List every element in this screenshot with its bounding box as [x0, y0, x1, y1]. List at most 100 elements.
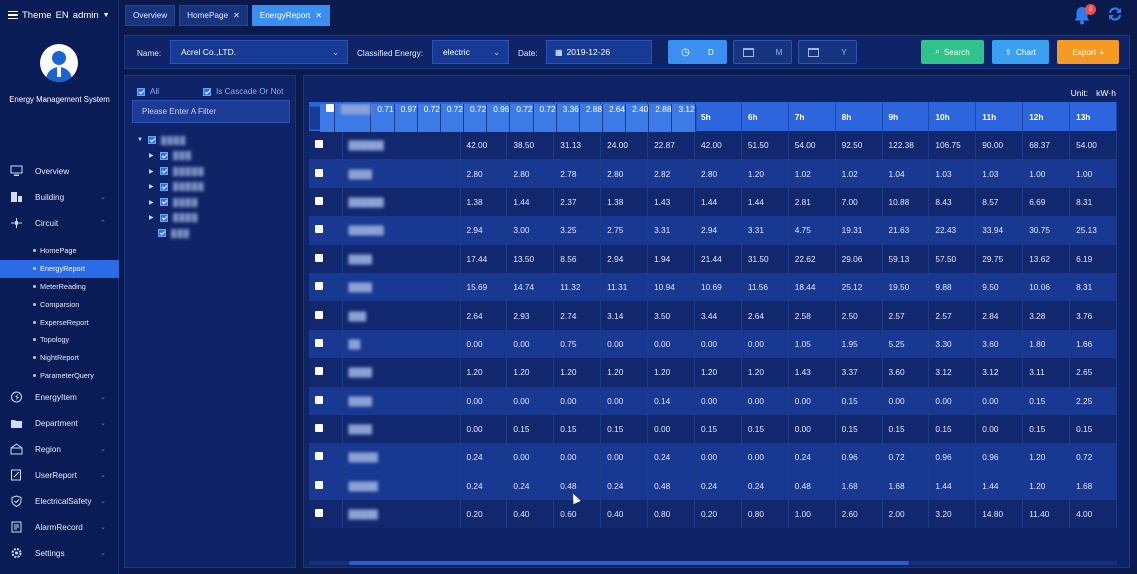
- tab-energyreport[interactable]: EnergyReport ✕: [251, 5, 331, 26]
- row-checkbox[interactable]: [309, 131, 343, 160]
- period-day-button[interactable]: ◷ D: [668, 40, 727, 64]
- language-switch[interactable]: EN: [56, 10, 69, 21]
- sidebar-item-department[interactable]: Department ⌄: [0, 410, 119, 436]
- row-checkbox[interactable]: [309, 272, 343, 302]
- table-row[interactable]: ██████ 2.94 3.00 3.25 2.75 3.31 2.94 3.31 4.75 19…: [309, 216, 1117, 245]
- row-checkbox[interactable]: [309, 216, 343, 245]
- sidebar-item-overview[interactable]: Overview: [0, 158, 119, 184]
- value-cell: 1.38: [460, 187, 508, 217]
- tree-node[interactable]: ▶ ███: [149, 149, 192, 163]
- table-row[interactable]: █████ 0.71 0.97 0.72 0.72 0.72 0.96 0.72 0.72 3.3…: [309, 103, 697, 133]
- table-row[interactable]: ████ 0.00 0.00 0.00 0.00 0.14 0.00 0.00 0.00 0.15…: [309, 386, 1117, 415]
- table-row[interactable]: █████ 0.24 0.24 0.48 0.24 0.48 0.24 0.24 0.48 1.6…: [309, 471, 1117, 501]
- refresh-icon[interactable]: [1105, 4, 1125, 26]
- tree-node[interactable]: ▶ ████: [149, 211, 198, 225]
- table-row[interactable]: █████ 0.24 0.00 0.00 0.00 0.24 0.00 0.00 0.24 0.9…: [309, 443, 1117, 472]
- checkbox-checked-icon[interactable]: [160, 167, 168, 175]
- sidebar-item-region[interactable]: Region ⌄: [0, 436, 119, 462]
- row-checkbox[interactable]: [309, 301, 343, 330]
- caret-right-icon[interactable]: ▶: [149, 199, 155, 206]
- row-checkbox[interactable]: [309, 187, 343, 217]
- close-icon[interactable]: ✕: [315, 11, 322, 20]
- filter-bar: Name: Acrel Co.,LTD. ⌄ Classified Energy…: [124, 35, 1130, 69]
- sidebar-item-electricalsafety[interactable]: ElectricalSafety ⌄: [0, 488, 119, 514]
- period-month-button[interactable]: M: [733, 40, 792, 64]
- row-checkbox[interactable]: [309, 471, 343, 501]
- checkbox-checked-icon[interactable]: [160, 213, 168, 222]
- sidebar-item-energyitem[interactable]: EnergyItem ⌄: [0, 384, 119, 410]
- checkbox-checked-icon[interactable]: [160, 151, 168, 160]
- table-row[interactable]: ████ 2.80 2.80 2.78 2.80 2.82 2.80 1.20 1.02 1.02…: [309, 159, 1117, 188]
- user-menu[interactable]: admin: [73, 10, 99, 21]
- sidebar-item-alarmrecord[interactable]: AlarmRecord ⌄: [0, 514, 119, 540]
- caret-right-icon[interactable]: ▶: [149, 214, 155, 221]
- caret-right-icon[interactable]: ▶: [149, 168, 155, 175]
- row-checkbox[interactable]: [309, 329, 343, 359]
- row-checkbox[interactable]: [309, 443, 343, 472]
- horizontal-scrollbar[interactable]: [309, 561, 1117, 565]
- table-row[interactable]: ███ 2.64 2.93 2.74 3.14 3.50 3.44 2.64 2.58 2.50 2…: [309, 301, 1117, 330]
- tab-homepage[interactable]: HomePage ✕: [179, 5, 248, 26]
- row-checkbox[interactable]: [309, 500, 343, 529]
- value-cell: 0.00: [506, 386, 555, 415]
- row-checkbox[interactable]: [309, 358, 343, 387]
- sidebar-item-label: ElectricalSafety: [35, 496, 92, 506]
- cascade-checkbox[interactable]: Is Cascade Or Not: [203, 87, 283, 96]
- loop-tree-panel: All Is Cascade Or Not ▼ ████ ▶ ███ ▶ █████ ▶ ██…: [124, 75, 296, 568]
- table-row[interactable]: ████ 1.20 1.20 1.20 1.20 1.20 1.20 1.20 1.43 3.37…: [309, 358, 1117, 387]
- tree-node[interactable]: ▶ █████: [149, 180, 205, 194]
- submenu-item-comparsion[interactable]: Comparsion: [0, 295, 119, 313]
- submenu-item-meterreading[interactable]: MeterReading: [0, 278, 119, 296]
- tab-overview[interactable]: Overview: [125, 5, 176, 26]
- table-row[interactable]: ██ 0.00 0.00 0.75 0.00 0.00 0.00 0.00 1.05 1.95 5.…: [309, 329, 1117, 359]
- sidebar-item-settings[interactable]: Settings ⌄: [0, 540, 119, 566]
- submenu-item-nightreport[interactable]: NightReport: [0, 349, 119, 367]
- checkbox-checked-icon[interactable]: [160, 182, 168, 191]
- search-button[interactable]: ⌕ Search: [921, 40, 984, 64]
- name-select[interactable]: Acrel Co.,LTD. ⌄: [170, 40, 348, 64]
- row-checkbox[interactable]: [309, 414, 343, 444]
- scrollbar-thumb[interactable]: [349, 561, 909, 565]
- tree-node[interactable]: ▶ █████: [149, 164, 205, 178]
- row-checkbox[interactable]: [320, 103, 335, 133]
- caret-right-icon[interactable]: ▶: [149, 152, 155, 159]
- tree-filter-input[interactable]: [132, 100, 290, 123]
- theme-switch[interactable]: Theme: [22, 10, 52, 21]
- checkbox-checked-icon[interactable]: [160, 198, 168, 206]
- select-all-checkbox[interactable]: All: [137, 87, 159, 96]
- row-checkbox[interactable]: [309, 159, 343, 188]
- submenu-item-homepage[interactable]: HomePage: [0, 242, 119, 260]
- table-row[interactable]: █████ 0.20 0.40 0.60 0.40 0.80 0.20 0.80 1.00 2.6…: [309, 500, 1117, 529]
- sidebar-item-circuit[interactable]: Circuit ⌃: [0, 210, 119, 236]
- caret-down-icon[interactable]: ▼: [103, 12, 110, 19]
- tree-node[interactable]: ▶ ████: [149, 195, 198, 209]
- date-picker[interactable]: ▦ 2019-12-26: [546, 40, 652, 64]
- submenu-item-topology[interactable]: Topology: [0, 331, 119, 349]
- table-row[interactable]: ██████ 1.38 1.44 2.37 1.38 1.43 1.44 1.44 2.81 7.…: [309, 187, 1117, 217]
- period-year-button[interactable]: Y: [798, 40, 857, 64]
- table-row[interactable]: ████ 17.44 13.50 8.56 2.94 1.94 21.44 31.50 22.6…: [309, 244, 1117, 273]
- notification-bell-icon[interactable]: 0: [1073, 4, 1096, 26]
- tree-node[interactable]: ███: [158, 226, 190, 240]
- menu-toggle-icon[interactable]: [8, 10, 18, 20]
- row-checkbox[interactable]: [309, 244, 343, 273]
- table-row[interactable]: ████ 15.69 14.74 11.32 11.31 10.94 10.69 11.56 1…: [309, 272, 1117, 302]
- chart-button[interactable]: ⇪ Chart: [992, 40, 1049, 64]
- tree-node[interactable]: ▼ ████: [137, 133, 186, 147]
- submenu-item-expersereport[interactable]: ExperseReport: [0, 313, 119, 331]
- caret-right-icon[interactable]: ▶: [149, 183, 155, 190]
- submenu-item-parameterquery[interactable]: ParameterQuery: [0, 367, 119, 385]
- submenu-item-energyreport[interactable]: EnergyReport: [0, 259, 119, 278]
- classified-energy-select[interactable]: electric ⌄: [432, 40, 509, 64]
- value-cell: 6.19: [1069, 244, 1117, 273]
- sidebar-item-building[interactable]: Building ⌄: [0, 184, 119, 210]
- table-row[interactable]: ██████ 42.00 38.50 31.13 24.00 22.87 42.00 51.5…: [309, 131, 1117, 160]
- caret-down-icon[interactable]: ▼: [137, 137, 143, 143]
- close-icon[interactable]: ✕: [233, 11, 240, 20]
- export-button[interactable]: Export ⤓: [1057, 40, 1119, 64]
- checkbox-checked-icon[interactable]: [158, 229, 166, 237]
- checkbox-checked-icon[interactable]: [148, 136, 156, 144]
- row-checkbox[interactable]: [309, 386, 343, 415]
- table-row[interactable]: ████ 0.00 0.15 0.15 0.15 0.00 0.15 0.15 0.00 0.15…: [309, 414, 1117, 444]
- sidebar-item-userreport[interactable]: UserReport ⌄: [0, 462, 119, 488]
